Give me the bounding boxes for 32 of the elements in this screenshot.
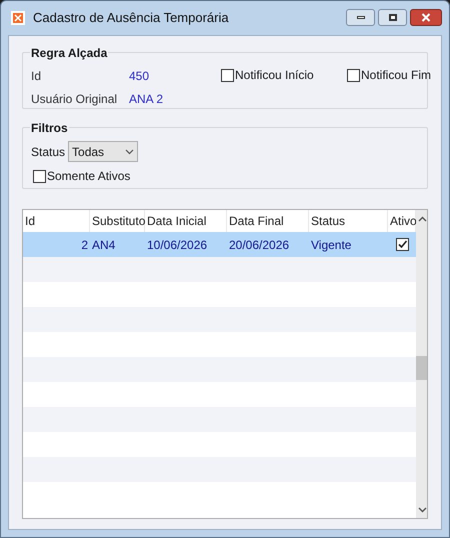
app-icon (11, 11, 25, 25)
checkbox[interactable] (396, 238, 408, 251)
scrollbar-thumb[interactable] (416, 356, 427, 380)
maximize-icon (388, 14, 396, 20)
scroll-up-icon[interactable] (418, 216, 427, 222)
table-cell-text: 2 (80, 236, 89, 254)
window-title: Cadastro de Ausência Temporária (33, 9, 229, 28)
checkbox-label: Notificou Fim (361, 67, 432, 84)
field-label: Usuário Original (31, 91, 118, 108)
checkbox[interactable] (33, 170, 46, 182)
checkbox[interactable] (347, 68, 360, 82)
maximize-button[interactable] (378, 8, 407, 26)
minimize-button[interactable] (346, 8, 375, 26)
field-value: 450 (129, 68, 150, 85)
table-cell-text: 10/06/2026 (146, 236, 208, 254)
status-label: Status (31, 144, 66, 160)
checkbox-label: Somente Ativos (47, 168, 130, 185)
field-label: Id (31, 68, 42, 85)
close-button[interactable] (410, 8, 442, 26)
checkbox-label: Notificou Início (235, 67, 314, 84)
field-value: ANA 2 (129, 91, 164, 108)
chevron-down-icon (125, 148, 134, 154)
table-cell-text: AN4 (91, 236, 116, 254)
status-dropdown[interactable]: Todas (68, 141, 138, 162)
scrollbar[interactable] (416, 210, 427, 518)
checkbox[interactable] (221, 68, 234, 82)
table-cell-text: Vigente (310, 236, 352, 254)
table-cell-text: 20/06/2026 (228, 236, 290, 254)
minimize-icon (356, 16, 364, 18)
scroll-down-icon[interactable] (418, 507, 427, 513)
close-icon (421, 12, 431, 22)
table-row[interactable]: 2 AN4 10/06/2026 20/06/2026 Vigente (23, 232, 416, 257)
